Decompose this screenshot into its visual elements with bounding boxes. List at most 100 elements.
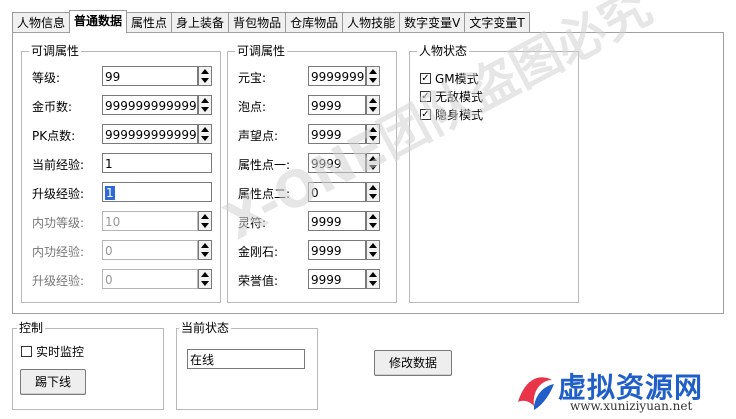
inner-level-input: 10 xyxy=(102,211,198,231)
tab-backpack[interactable]: 背包物品 xyxy=(228,12,287,33)
tab-common-data[interactable]: 普通数据 xyxy=(69,10,128,33)
spin-down-icon[interactable] xyxy=(369,136,377,141)
spin-up-icon xyxy=(201,272,209,277)
tab-skills[interactable]: 人物技能 xyxy=(342,12,401,33)
spin-down-icon[interactable] xyxy=(369,223,377,228)
row-level: 等级: 99 xyxy=(32,66,220,88)
tab-attribute-points[interactable]: 属性点 xyxy=(126,12,173,33)
honor-spinner[interactable] xyxy=(366,269,380,289)
diamond-spinner[interactable] xyxy=(366,240,380,260)
level-spinner[interactable] xyxy=(198,66,212,86)
spin-up-icon[interactable] xyxy=(201,98,209,103)
site-logo: 虚拟资源网 www.xuniziyuan.net xyxy=(512,366,734,416)
checkbox-box[interactable] xyxy=(21,345,32,357)
checkbox-label: 实时监控 xyxy=(36,344,85,359)
yuanbao-input[interactable]: 9999999 xyxy=(308,66,366,86)
checkbox-box[interactable]: ✓ xyxy=(420,72,431,84)
modify-data-button[interactable]: 修改数据 xyxy=(374,350,452,376)
invisible-mode-checkbox[interactable]: ✓ 隐身模式 xyxy=(420,106,483,122)
talisman-spinner[interactable] xyxy=(366,211,380,231)
group-current-status: 当前状态 在线 xyxy=(176,320,318,410)
gm-mode-checkbox[interactable]: ✓ GM模式 xyxy=(420,70,479,86)
spin-down-icon[interactable] xyxy=(369,194,377,199)
current-exp-input[interactable]: 1 xyxy=(102,153,212,173)
spin-up-icon[interactable] xyxy=(369,243,377,248)
group-control: 控制 实时监控 踢下线 xyxy=(12,320,164,410)
tab-number-vars[interactable]: 数字变量V xyxy=(399,12,466,33)
row-label: 内功经验: xyxy=(32,245,85,259)
spin-up-icon[interactable] xyxy=(369,185,377,190)
levelup-exp-input[interactable]: 1 xyxy=(102,182,212,202)
group-adjustable-left: 可调属性 等级: 99 金币数: 9999999999999 PK点数: 999… xyxy=(21,43,221,303)
spin-down-icon xyxy=(201,252,209,257)
spin-down-icon[interactable] xyxy=(369,78,377,83)
spin-down-icon[interactable] xyxy=(201,107,209,112)
inner-level-spinner xyxy=(198,211,212,231)
row-attr-point-2: 属性点二: 0 xyxy=(238,182,396,204)
spin-up-icon[interactable] xyxy=(369,69,377,74)
spin-up-icon[interactable] xyxy=(201,69,209,74)
pk-points-input[interactable]: 9999999999999 xyxy=(102,124,198,144)
checkbox-box[interactable]: ✓ xyxy=(420,90,431,102)
spin-down-icon[interactable] xyxy=(369,107,377,112)
row-inner-levelup-exp: 升级经验: 0 xyxy=(32,269,220,291)
invincible-mode-checkbox[interactable]: ✓ 无敌模式 xyxy=(420,88,483,104)
attr-point-1-spinner[interactable] xyxy=(366,153,380,173)
spin-down-icon[interactable] xyxy=(201,136,209,141)
spin-up-icon[interactable] xyxy=(369,98,377,103)
row-label: 升级经验: xyxy=(32,274,85,288)
row-inner-exp: 内功经验: 0 xyxy=(32,240,220,262)
logo-url: www.xuniziyuan.net xyxy=(570,399,693,413)
prestige-spinner[interactable] xyxy=(366,124,380,144)
spin-up-icon[interactable] xyxy=(201,127,209,132)
spin-up-icon[interactable] xyxy=(369,214,377,219)
tab-panel: 可调属性 等级: 99 金币数: 9999999999999 PK点数: 999… xyxy=(12,32,724,314)
attr-point-2-input[interactable]: 0 xyxy=(308,182,366,202)
kick-offline-button[interactable]: 踢下线 xyxy=(20,369,86,395)
spin-up-icon[interactable] xyxy=(369,127,377,132)
checkbox-box[interactable]: ✓ xyxy=(420,108,431,120)
tab-warehouse[interactable]: 仓库物品 xyxy=(285,12,344,33)
attr-point-1-input[interactable]: 9999 xyxy=(308,153,366,173)
group-title: 当前状态 xyxy=(179,320,232,336)
current-status-field: 在线 xyxy=(187,349,305,369)
honor-input[interactable]: 9999 xyxy=(308,269,366,289)
spin-down-icon[interactable] xyxy=(369,281,377,286)
selected-text: 1 xyxy=(105,186,115,200)
tab-character-info[interactable]: 人物信息 xyxy=(12,12,71,33)
checkbox-label: 无敌模式 xyxy=(435,89,484,104)
spin-down-icon[interactable] xyxy=(369,165,377,170)
pk-points-spinner[interactable] xyxy=(198,124,212,144)
checkbox-label: GM模式 xyxy=(435,71,479,86)
spin-up-icon[interactable] xyxy=(369,156,377,161)
spin-up-icon[interactable] xyxy=(369,272,377,277)
spin-down-icon[interactable] xyxy=(369,252,377,257)
spin-down-icon xyxy=(201,223,209,228)
tab-equipment[interactable]: 身上装备 xyxy=(171,12,230,33)
diamond-input[interactable]: 9999 xyxy=(308,240,366,260)
bubble-points-input[interactable]: 9999 xyxy=(308,95,366,115)
gold-spinner[interactable] xyxy=(198,95,212,115)
gold-input[interactable]: 9999999999999 xyxy=(102,95,198,115)
tab-text-vars[interactable]: 文字变量T xyxy=(464,12,530,33)
row-pk-points: PK点数: 9999999999999 xyxy=(32,124,220,146)
tab-strip: 人物信息 普通数据 属性点 身上装备 背包物品 仓库物品 人物技能 数字变量V … xyxy=(12,10,530,33)
row-attr-point-1: 属性点一: 9999 xyxy=(238,153,396,175)
realtime-monitor-checkbox[interactable]: 实时监控 xyxy=(21,343,84,359)
talisman-input[interactable]: 9999 xyxy=(308,211,366,231)
yuanbao-spinner[interactable] xyxy=(366,66,380,86)
row-talisman: 灵符: 9999 xyxy=(238,211,396,233)
bubble-points-spinner[interactable] xyxy=(366,95,380,115)
row-label: 属性点二: xyxy=(238,187,291,201)
inner-levelup-exp-spinner xyxy=(198,269,212,289)
row-bubble-points: 泡点: 9999 xyxy=(238,95,396,117)
row-label: 升级经验: xyxy=(32,187,85,201)
row-inner-level: 内功等级: 10 xyxy=(32,211,220,233)
attr-point-2-spinner[interactable] xyxy=(366,182,380,202)
spin-down-icon[interactable] xyxy=(201,78,209,83)
level-input[interactable]: 99 xyxy=(102,66,198,86)
inner-exp-spinner xyxy=(198,240,212,260)
prestige-input[interactable]: 9999 xyxy=(308,124,366,144)
row-label: 内功等级: xyxy=(32,216,85,230)
spin-up-icon xyxy=(201,214,209,219)
